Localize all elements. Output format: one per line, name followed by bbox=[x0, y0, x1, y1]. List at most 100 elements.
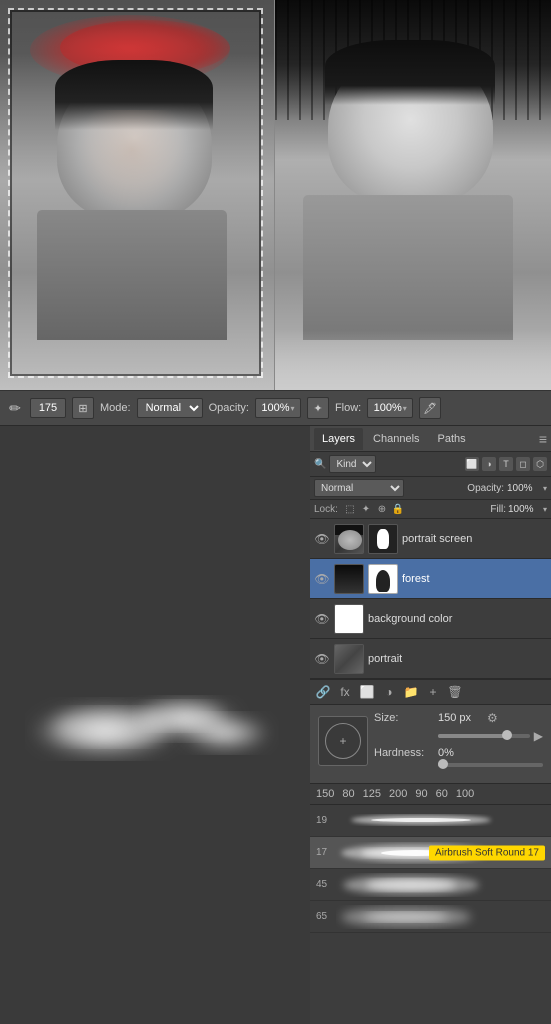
filter-shape-icon[interactable]: ◻ bbox=[516, 457, 530, 471]
kind-dropdown[interactable]: Kind bbox=[329, 455, 376, 473]
brush-preview-65 bbox=[336, 905, 545, 929]
filter-adjust-icon[interactable]: ◑ bbox=[482, 457, 496, 471]
layer-portrait-screen[interactable]: 👁 portrait screen bbox=[310, 519, 551, 559]
flow-value[interactable]: 100% ▾ bbox=[367, 398, 413, 418]
brush-settings-panel: Size: 150 px ⚙ ▶ Hardness: 0% bbox=[310, 705, 551, 784]
opacity-value[interactable]: 100% bbox=[507, 483, 539, 494]
hardness-ctrl-label: Hardness: bbox=[374, 747, 434, 759]
brush-presets-panel: 150 80 125 200 90 60 100 19 bbox=[310, 784, 551, 1024]
brush-size-row: Size: 150 px ⚙ ▶ Hardness: 0% bbox=[318, 711, 543, 771]
eye-icon-1[interactable]: 👁 bbox=[314, 531, 330, 547]
canvas-left[interactable] bbox=[0, 0, 275, 390]
canvas-right[interactable] bbox=[275, 0, 551, 390]
opacity-value[interactable]: 100% ▾ bbox=[255, 398, 301, 418]
lock-icon-3[interactable]: ⊕ bbox=[375, 502, 389, 516]
layer-portrait[interactable]: 👁 portrait bbox=[310, 639, 551, 679]
tab-paths[interactable]: Paths bbox=[430, 428, 474, 450]
layers-tabs: Layers Channels Paths ≡ bbox=[310, 426, 551, 452]
toolbar: ✏ 175 ⊞ Mode: Normal Opacity: 100% ▾ ✦ F… bbox=[0, 390, 551, 426]
mode-dropdown[interactable]: Normal bbox=[137, 398, 203, 418]
lock-icon-4[interactable]: 🔒 bbox=[391, 502, 405, 516]
layer-name-4: portrait bbox=[368, 653, 547, 665]
eye-icon-4[interactable]: 👁 bbox=[314, 651, 330, 667]
bottom-area: Layers Channels Paths ≡ 🔍 Kind ⬜ ◑ T ◻ ⬡ bbox=[0, 426, 551, 1024]
lock-icon-1[interactable]: ⬚ bbox=[343, 502, 357, 516]
layers-menu-icon[interactable]: ≡ bbox=[539, 431, 547, 447]
airbrush-btn[interactable]: ✦ bbox=[307, 397, 329, 419]
top-images-area bbox=[0, 0, 551, 390]
size-slider[interactable] bbox=[438, 734, 530, 738]
size-control-row: Size: 150 px ⚙ bbox=[374, 711, 543, 725]
size-ctrl-label: Size: bbox=[374, 712, 434, 724]
tab-channels[interactable]: Channels bbox=[365, 428, 427, 450]
panel-arrow-icon[interactable]: ▶ bbox=[534, 729, 543, 743]
brush-controls: Size: 150 px ⚙ ▶ Hardness: 0% bbox=[374, 711, 543, 771]
eye-icon-2[interactable]: 👁 bbox=[314, 571, 330, 587]
canvas-area[interactable] bbox=[0, 426, 310, 1024]
lock-icon-2[interactable]: ✦ bbox=[359, 502, 373, 516]
layer-name-3: background color bbox=[368, 613, 547, 625]
opacity-label: Opacity: bbox=[209, 402, 249, 414]
size-ctrl-value[interactable]: 150 px bbox=[438, 712, 483, 724]
preset-size-125[interactable]: 125 bbox=[363, 788, 381, 800]
layer-thumb-4 bbox=[334, 644, 364, 674]
brush-size-input[interactable]: 175 bbox=[30, 398, 66, 418]
hardness-slider-row bbox=[374, 763, 543, 767]
brush-item-19[interactable]: 19 bbox=[310, 805, 551, 837]
fill-label: Fill: bbox=[490, 504, 506, 515]
layers-panel: Layers Channels Paths ≡ 🔍 Kind ⬜ ◑ T ◻ ⬡ bbox=[310, 426, 551, 705]
adj-icon[interactable]: ◑ bbox=[380, 683, 398, 701]
brush-item-65[interactable]: 65 bbox=[310, 901, 551, 933]
hardness-control-row: Hardness: 0% bbox=[374, 747, 543, 759]
layer-thumb-2 bbox=[334, 564, 364, 594]
brush-icon: ✏ bbox=[6, 399, 24, 417]
filter-pixel-icon[interactable]: ⬜ bbox=[465, 457, 479, 471]
layer-forest[interactable]: 👁 forest bbox=[310, 559, 551, 599]
layer-background-color[interactable]: 👁 background color bbox=[310, 599, 551, 639]
brush-stroke-preview bbox=[25, 681, 285, 761]
brush-list: 19 17 bbox=[310, 805, 551, 1017]
preset-size-60[interactable]: 60 bbox=[436, 788, 448, 800]
layers-bottom-bar: 🔗 fx ⬜ ◑ 📁 + 🗑 bbox=[310, 679, 551, 704]
tab-layers[interactable]: Layers bbox=[314, 428, 363, 450]
preset-size-100[interactable]: 100 bbox=[456, 788, 474, 800]
settings-gear-icon[interactable]: ⚙ bbox=[487, 711, 498, 725]
eye-icon-3[interactable]: 👁 bbox=[314, 611, 330, 627]
fx-icon[interactable]: fx bbox=[336, 683, 354, 701]
lock-row: Lock: ⬚ ✦ ⊕ 🔒 Fill: 100% ▾ bbox=[310, 500, 551, 519]
mask-icon[interactable]: ⬜ bbox=[358, 683, 376, 701]
right-panels: Layers Channels Paths ≡ 🔍 Kind ⬜ ◑ T ◻ ⬡ bbox=[310, 426, 551, 1024]
new-layer-icon[interactable]: + bbox=[424, 683, 442, 701]
crosshair-icon bbox=[339, 734, 346, 748]
delete-layer-icon[interactable]: 🗑 bbox=[446, 683, 464, 701]
size-slider-row: ▶ bbox=[374, 729, 543, 743]
brush-preview-19 bbox=[336, 809, 545, 833]
layer-name-2: forest bbox=[402, 573, 547, 585]
brush-preview-45 bbox=[336, 873, 545, 897]
blend-mode-dropdown[interactable]: Normal bbox=[314, 479, 404, 497]
brush-item-17[interactable]: 17 Airbrush Soft Round 17 bbox=[310, 837, 551, 869]
filter-smart-icon[interactable]: ⬡ bbox=[533, 457, 547, 471]
folder-icon[interactable]: 📁 bbox=[402, 683, 420, 701]
brush-num-17: 17 bbox=[316, 847, 336, 858]
opacity-label: Opacity: bbox=[467, 483, 504, 494]
filter-type-icon[interactable]: T bbox=[499, 457, 513, 471]
fill-value[interactable]: 100% bbox=[508, 504, 540, 515]
mode-label: Mode: bbox=[100, 402, 131, 414]
preset-size-90[interactable]: 90 bbox=[415, 788, 427, 800]
search-icon: 🔍 bbox=[314, 459, 326, 470]
preset-size-150[interactable]: 150 bbox=[316, 788, 334, 800]
layer-mask-1 bbox=[368, 524, 398, 554]
preset-size-200[interactable]: 200 bbox=[389, 788, 407, 800]
hardness-slider[interactable] bbox=[438, 763, 543, 767]
preset-size-80[interactable]: 80 bbox=[342, 788, 354, 800]
link-icon[interactable]: 🔗 bbox=[314, 683, 332, 701]
filter-icons: ⬜ ◑ T ◻ ⬡ bbox=[465, 457, 547, 471]
flow-btn[interactable]: 🖋 bbox=[419, 397, 441, 419]
brush-sizes-row: 150 80 125 200 90 60 100 bbox=[310, 784, 551, 805]
hardness-ctrl-value[interactable]: 0% bbox=[438, 747, 483, 759]
brush-num-45: 45 bbox=[316, 879, 336, 890]
brush-item-45[interactable]: 45 bbox=[310, 869, 551, 901]
toolbar-btn-1[interactable]: ⊞ bbox=[72, 397, 94, 419]
brush-circle bbox=[325, 723, 361, 759]
